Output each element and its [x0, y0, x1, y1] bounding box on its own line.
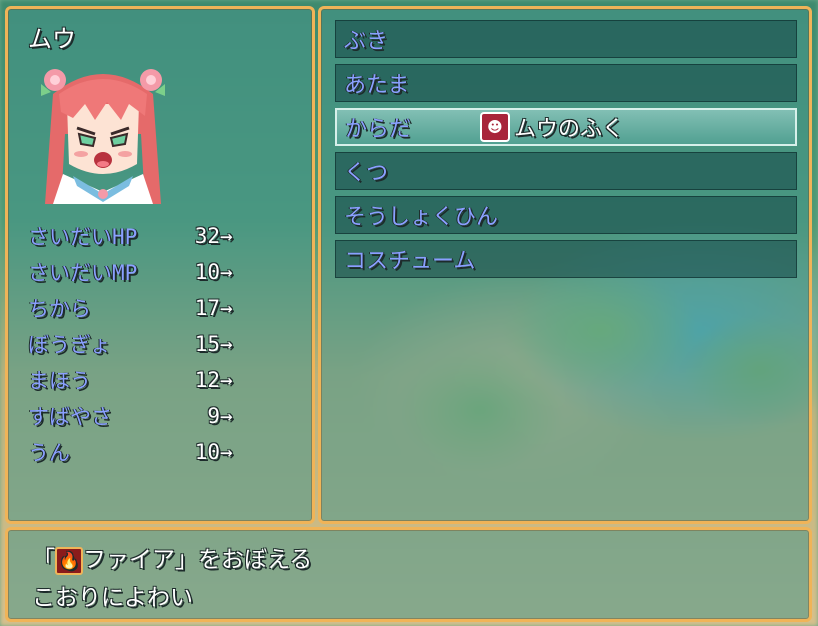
slot-label: くつ — [344, 161, 389, 186]
stat-label: ちから — [28, 297, 91, 321]
stat-arrow: → — [220, 332, 233, 356]
slot-label: からだ — [345, 117, 412, 142]
stat-arrow: → — [220, 404, 233, 428]
stat-value: 12 — [194, 368, 220, 392]
stat-value: 10 — [194, 260, 220, 284]
stat-value: 10 — [194, 440, 220, 464]
stat-row-strength: ちから 17 → — [28, 291, 250, 325]
stat-arrow: → — [220, 440, 233, 464]
stat-arrow: → — [220, 296, 233, 320]
stat-label: ぼうぎょ — [28, 333, 111, 357]
stat-row-magic: まほう 12 → — [28, 363, 250, 397]
stat-value: 17 — [194, 296, 220, 320]
slot-label: あたま — [344, 73, 410, 98]
face-icon: ☻ — [480, 112, 510, 142]
help-line-2: こおりによわい — [32, 585, 193, 611]
stat-value: 32 — [194, 224, 220, 248]
equip-slot-costume[interactable]: コスチューム — [335, 240, 797, 278]
stat-row-maxmp: さいだいMP 10 → — [28, 255, 250, 289]
help-window: 「🔥 ファイア」をおぼえる こおりによわい — [5, 527, 812, 622]
stat-value: 9 — [207, 404, 220, 428]
status-window: ムウ さいだいHP 32 → さいだいMP 10 → ちから 17 → ぼうぎょ… — [5, 6, 315, 524]
stat-arrow: → — [220, 224, 233, 248]
equipped-item-name: ムウのふく — [514, 117, 625, 142]
skill-name: ファイア — [83, 547, 175, 573]
stat-row-luck: うん 10 → — [28, 435, 250, 469]
bracket-open: 「 — [32, 547, 55, 573]
help-line-1: 「🔥 ファイア」をおぼえる — [32, 540, 312, 575]
equip-slot-head[interactable]: あたま — [335, 64, 797, 102]
stat-row-agility: すばやさ 9 → — [28, 399, 250, 433]
equip-slot-accessory[interactable]: そうしょくひん — [335, 196, 797, 234]
stat-value: 15 — [194, 332, 220, 356]
slot-label: コスチューム — [344, 249, 476, 274]
bracket-close: 」をおぼえる — [175, 547, 313, 573]
equip-slot-feet[interactable]: くつ — [335, 152, 797, 190]
stat-arrow: → — [220, 368, 233, 392]
slot-label: ぶき — [344, 29, 389, 54]
character-portrait — [41, 69, 165, 204]
fire-icon: 🔥 — [55, 546, 83, 575]
stat-label: うん — [28, 441, 70, 465]
stat-label: まほう — [28, 369, 91, 393]
slot-label: そうしょくひん — [344, 205, 499, 230]
character-name: ムウ — [28, 25, 76, 53]
equipped-item: ☻ ムウのふく — [480, 111, 624, 143]
equip-slot-body[interactable]: からだ ☻ ムウのふく — [335, 108, 797, 146]
equipment-window: ぶき あたま からだ ☻ ムウのふく くつ そうしょくひん コスチューム — [318, 6, 812, 524]
stat-label: さいだいHP — [28, 225, 138, 249]
stat-row-maxhp: さいだいHP 32 → — [28, 219, 250, 253]
equip-slot-weapon[interactable]: ぶき — [335, 20, 797, 58]
stat-label: さいだいMP — [28, 261, 138, 285]
stat-row-defense: ぼうぎょ 15 → — [28, 327, 250, 361]
stat-arrow: → — [220, 260, 233, 284]
stat-label: すばやさ — [28, 405, 112, 429]
